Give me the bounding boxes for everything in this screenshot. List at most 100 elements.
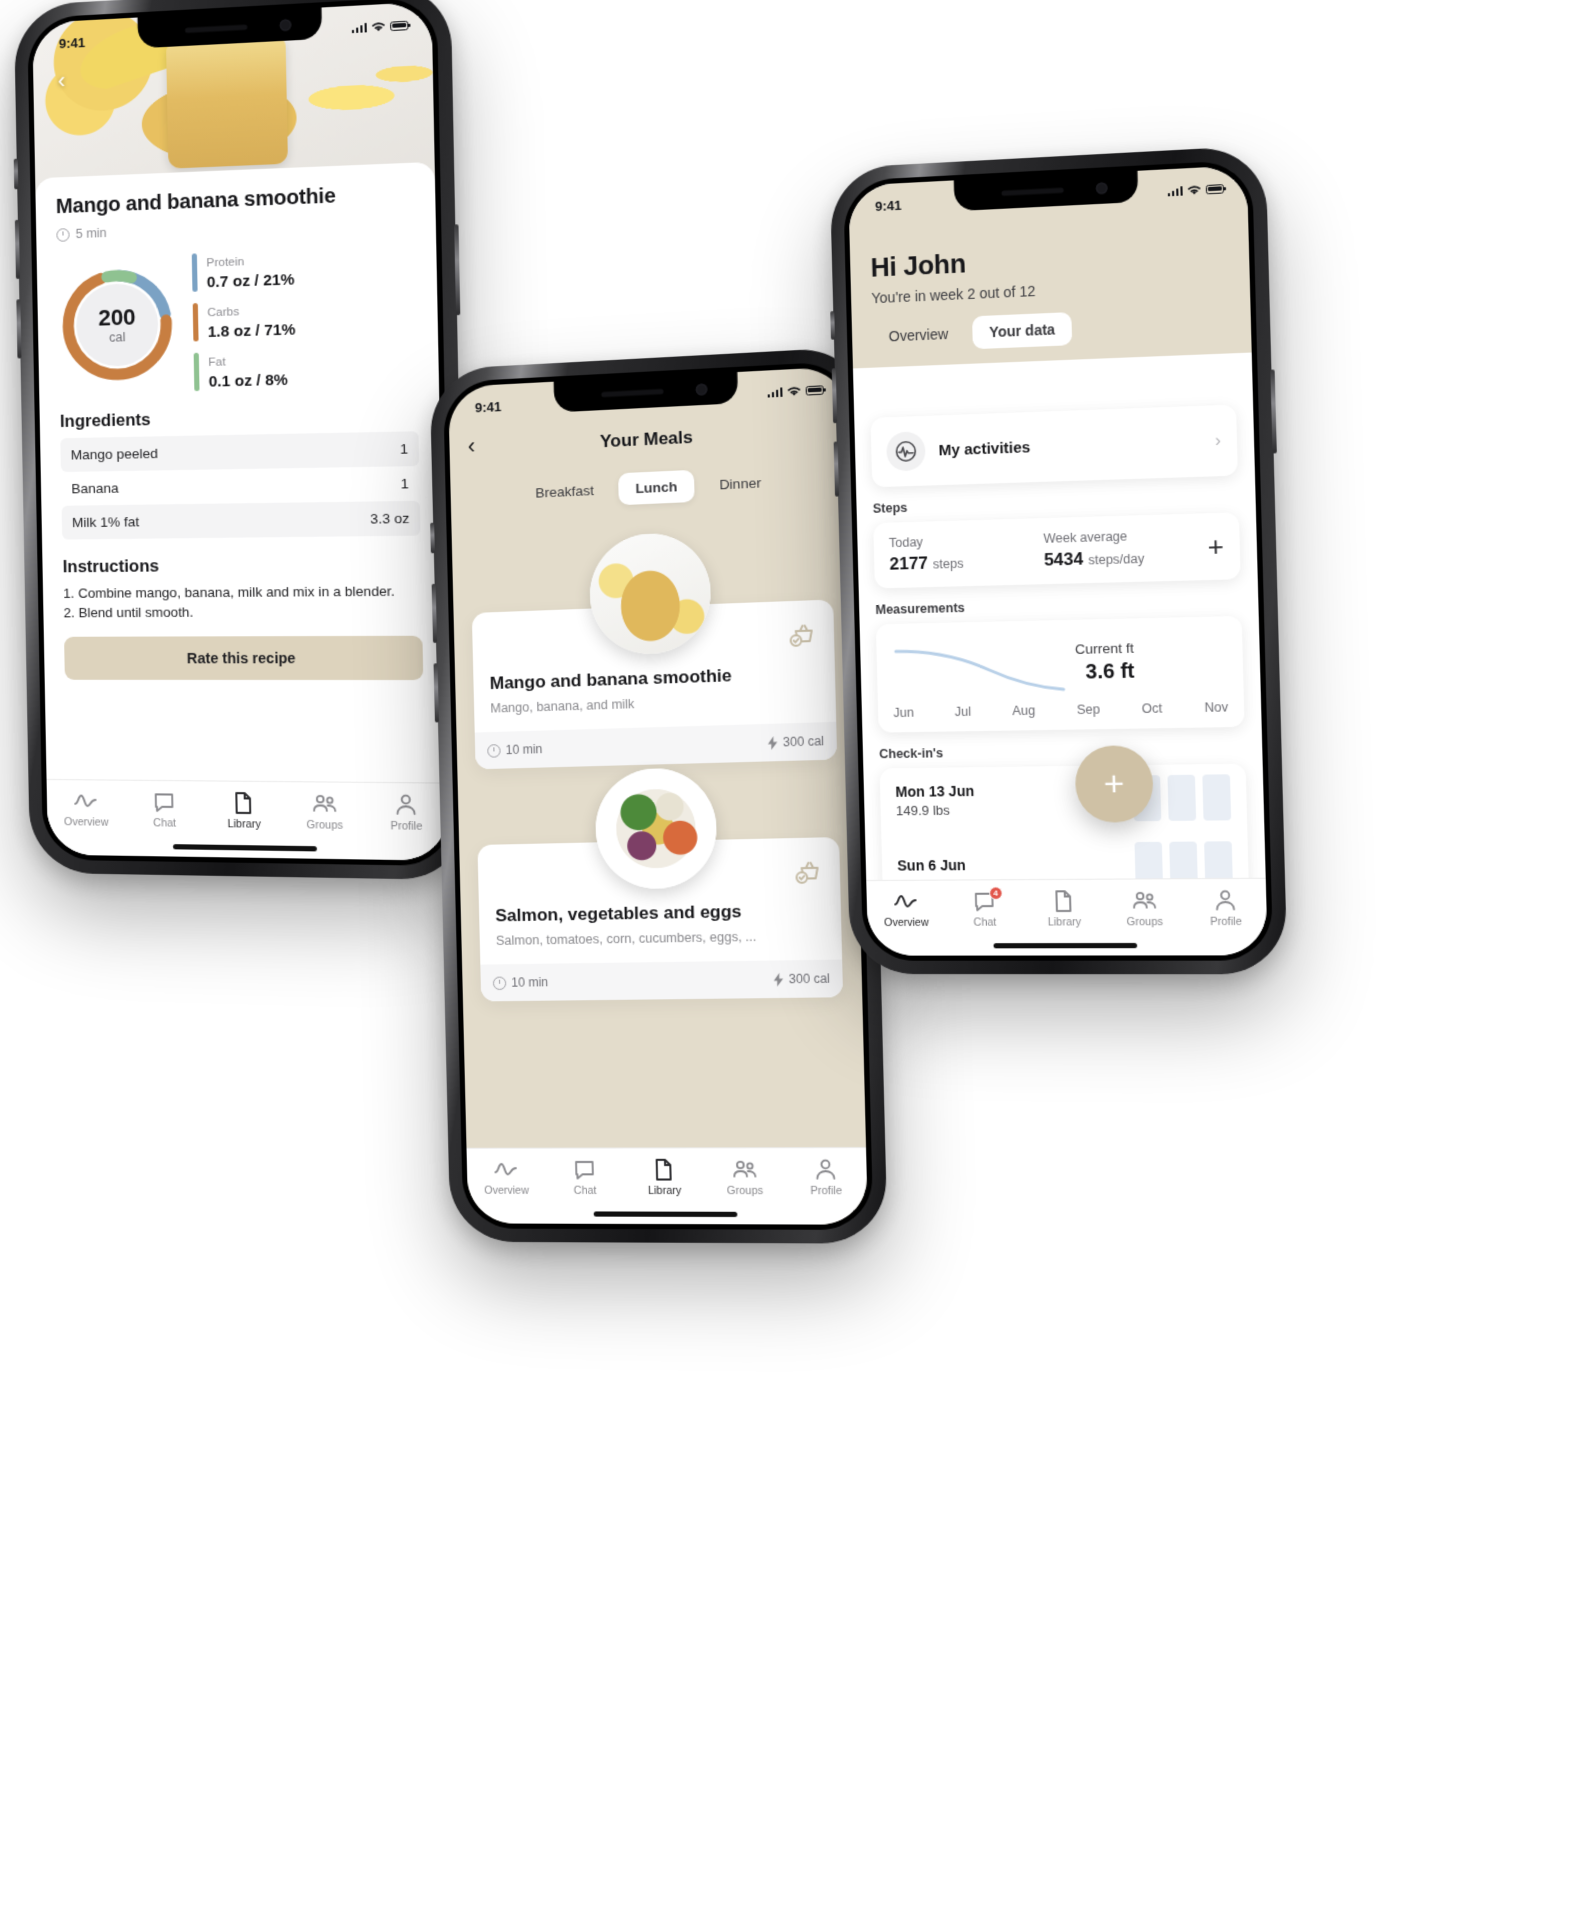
steps-today-value: 2177 xyxy=(889,553,929,574)
tab-profile[interactable]: Profile xyxy=(785,1158,868,1198)
tab-your-data[interactable]: Your data xyxy=(972,312,1073,350)
document-icon xyxy=(231,791,256,814)
ingredient-amount: 1 xyxy=(400,475,409,492)
mockup-stage: 9:41 ‹ Mango and banana smoothie 5 min 2… xyxy=(0,0,1585,1916)
segment-dinner[interactable]: Dinner xyxy=(702,466,778,502)
people-icon xyxy=(1131,889,1157,912)
recipe-time: 5 min xyxy=(56,214,414,242)
basket-check-icon[interactable] xyxy=(787,619,817,649)
meal-subtitle: Salmon, tomatoes, corn, cucumbers, eggs,… xyxy=(495,929,757,949)
meal-time: 10 min xyxy=(487,742,543,758)
measurements-section-label: Measurements xyxy=(875,600,965,618)
legend-item: Protein 0.7 oz / 21% xyxy=(191,250,295,292)
ingredient-amount: 3.3 oz xyxy=(369,510,410,527)
ingredient-name: Milk 1% fat xyxy=(71,513,140,531)
meal-subtitle: Mango, banana, and milk xyxy=(490,696,635,716)
rate-recipe-button[interactable]: Rate this recipe xyxy=(64,636,424,681)
tab-library[interactable]: Library xyxy=(624,1158,705,1197)
tab-profile[interactable]: Profile xyxy=(1184,888,1267,928)
back-button[interactable]: ‹ xyxy=(47,66,76,96)
legend-value: 1.8 oz / 71% xyxy=(207,320,296,342)
back-button[interactable]: ‹ xyxy=(467,433,475,459)
meal-card[interactable]: Salmon, vegetables and eggs Salmon, toma… xyxy=(477,767,844,1002)
wifi-icon xyxy=(371,21,386,31)
steps-section-label: Steps xyxy=(872,500,908,516)
tab-profile[interactable]: Profile xyxy=(365,792,448,833)
add-fab-button[interactable]: + xyxy=(1074,745,1154,823)
tab-label: Chat xyxy=(153,817,177,830)
legend-swatch xyxy=(192,303,199,342)
dashboard-screen: 9:41 Hi John You're in week 2 out of 12 … xyxy=(848,165,1268,956)
status-time: 9:41 xyxy=(874,196,902,214)
document-icon xyxy=(1051,889,1077,912)
checkin-date: Sun 6 Jun xyxy=(897,856,966,874)
basket-check-icon[interactable] xyxy=(793,856,823,886)
steps-card: Today 2177 steps Week average 5434 steps… xyxy=(873,512,1241,589)
tab-overview-top[interactable]: Overview xyxy=(872,317,965,354)
tab-label: Overview xyxy=(484,1184,530,1197)
my-activities-row[interactable]: My activities › xyxy=(870,404,1238,488)
recipe-screen: 9:41 ‹ Mango and banana smoothie 5 min 2… xyxy=(32,1,449,861)
current-measurement-value: 3.6 ft xyxy=(1085,659,1135,684)
phone-meals: 9:41 ‹ Your Meals Breakfast Lunch Dinner… xyxy=(429,346,888,1244)
status-time: 9:41 xyxy=(474,398,502,415)
dashboard-tabs: Overview Your data xyxy=(872,305,1230,367)
segment-breakfast[interactable]: Breakfast xyxy=(519,474,611,510)
segment-lunch[interactable]: Lunch xyxy=(618,469,695,506)
meal-title: Mango and banana smoothie xyxy=(489,665,732,694)
tab-library[interactable]: Library xyxy=(204,791,285,831)
wifi-icon xyxy=(1187,184,1201,195)
meal-title: Salmon, vegetables and eggs xyxy=(495,901,742,926)
legend-swatch xyxy=(191,253,198,292)
meal-segment-control: Breakfast Lunch Dinner xyxy=(469,463,831,511)
tab-label: Library xyxy=(647,1184,682,1198)
tab-label: Profile xyxy=(810,1184,843,1198)
tab-chat[interactable]: Chat xyxy=(545,1158,625,1197)
people-icon xyxy=(311,792,337,815)
tab-library[interactable]: Library xyxy=(1024,889,1105,929)
bolt-icon xyxy=(773,972,784,987)
add-steps-button[interactable]: + xyxy=(1201,531,1224,563)
activity-icon xyxy=(73,789,98,812)
tab-chat[interactable]: 4 Chat xyxy=(945,886,1025,929)
steps-week-average: Week average 5434 steps/day xyxy=(1043,527,1202,571)
signal-icon xyxy=(351,22,367,33)
activity-icon xyxy=(893,890,918,913)
checkin-row[interactable]: Mon 13 Jun 149.9 lbs xyxy=(880,764,1248,834)
steps-today-unit: steps xyxy=(932,556,964,572)
tab-groups[interactable]: Groups xyxy=(284,792,366,833)
measurements-line-chart xyxy=(891,633,1067,696)
checkin-row[interactable]: Sun 6 Jun xyxy=(881,831,1249,881)
month-tick: Sep xyxy=(1076,702,1101,718)
people-icon xyxy=(732,1158,758,1181)
legend-swatch xyxy=(193,352,200,392)
chevron-right-icon: › xyxy=(1214,430,1222,451)
chat-icon xyxy=(152,790,177,813)
tab-overview[interactable]: Overview xyxy=(467,1158,546,1197)
macro-donut-chart: 200 cal xyxy=(57,263,178,386)
calorie-value: 200 xyxy=(97,303,136,331)
tab-label: Groups xyxy=(1126,915,1164,929)
ingredient-row: Milk 1% fat 3.3 oz xyxy=(61,500,421,540)
month-tick: Nov xyxy=(1204,699,1229,716)
steps-week-label: Week average xyxy=(1043,529,1128,546)
tab-groups[interactable]: Groups xyxy=(704,1158,786,1198)
calorie-unit: cal xyxy=(109,329,126,345)
tab-overview[interactable]: Overview xyxy=(866,890,945,929)
signal-icon xyxy=(1167,185,1183,196)
tab-label: Profile xyxy=(390,819,423,833)
phone-dashboard: 9:41 Hi John You're in week 2 out of 12 … xyxy=(829,145,1288,975)
meal-list: Mango and banana smoothie Mango, banana,… xyxy=(452,521,866,1148)
activity-icon xyxy=(494,1158,519,1181)
screen-title: Your Meals xyxy=(599,427,694,452)
home-indicator xyxy=(593,1211,738,1218)
tab-overview[interactable]: Overview xyxy=(47,789,126,829)
tab-chat[interactable]: Chat xyxy=(125,790,205,830)
tab-groups[interactable]: Groups xyxy=(1104,889,1186,929)
checkin-weight: 149.9 lbs xyxy=(895,802,950,819)
meal-card[interactable]: Mango and banana smoothie Mango, banana,… xyxy=(471,531,838,770)
ingredient-name: Banana xyxy=(71,480,119,497)
steps-week-value: 5434 xyxy=(1043,549,1084,570)
checkin-photos xyxy=(1134,841,1233,881)
legend-value: 0.7 oz / 21% xyxy=(206,270,295,292)
